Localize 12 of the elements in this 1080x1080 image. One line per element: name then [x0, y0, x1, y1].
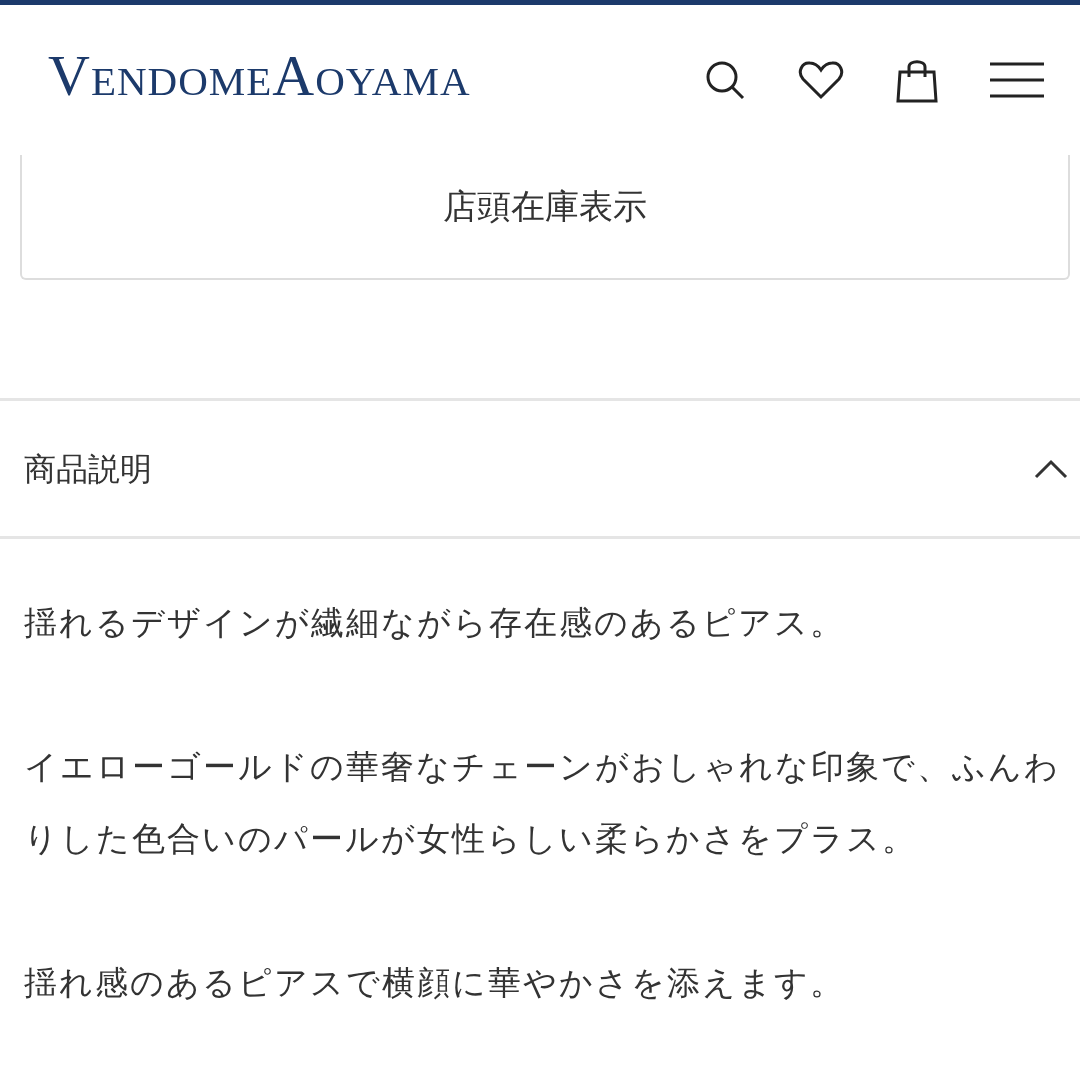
section-title: 商品説明	[24, 449, 152, 489]
description-paragraph: 揺れるデザインが繊細ながら存在感のあるピアス。	[24, 604, 846, 643]
menu-icon[interactable]	[990, 62, 1044, 98]
chevron-up-icon[interactable]	[1034, 458, 1068, 479]
description-paragraph: イエローゴールドの華奢なチェーンがおしゃれな印象で、ふんわりした色合いのパールが女性らしい柔らかさをプラス。	[24, 748, 1060, 859]
brand-logo[interactable]: VendomeAoyama	[48, 47, 471, 113]
description-paragraph: 揺れ感のあるピアスで横顔に華やかさを添えます。	[24, 964, 846, 1003]
heart-icon[interactable]	[798, 60, 844, 100]
stock-display-button[interactable]: 店頭在庫表示	[20, 155, 1070, 280]
accordion-header[interactable]: 商品説明	[0, 401, 1080, 539]
shopping-bag-icon[interactable]	[896, 57, 938, 103]
search-icon[interactable]	[704, 59, 746, 101]
